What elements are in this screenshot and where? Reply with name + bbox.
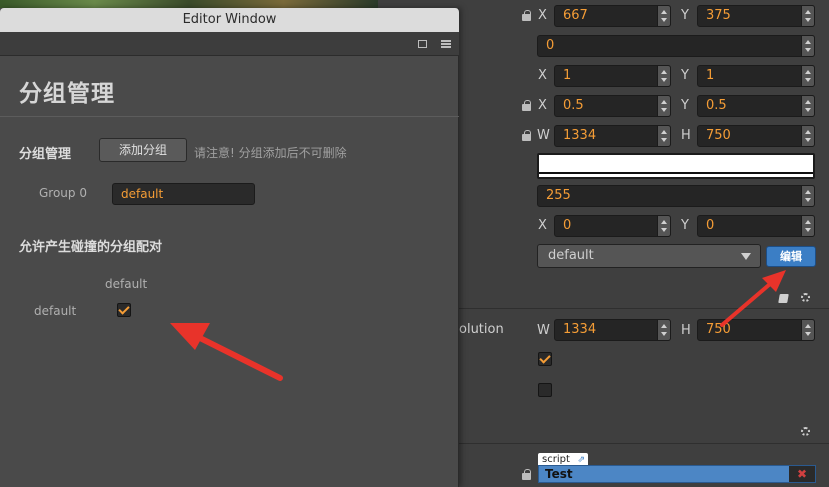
window-toolbar [0,32,459,56]
page-title: 分组管理 [19,81,115,107]
add-group-hint: 请注意! 分组添加后不可删除 [194,146,347,160]
size-w-label: W [537,128,550,143]
group-section-label: 分组管理 [19,147,72,162]
script-asset-field[interactable]: Test ✖ [538,465,816,483]
group-0-name-input[interactable]: default [112,183,255,205]
arrow-to-edit-button-icon [720,270,786,327]
stepper-icon[interactable] [657,125,671,147]
group-0-label: Group 0 [39,186,87,200]
lock-icon[interactable] [522,469,531,480]
matrix-row-label: default [34,304,77,318]
stepper-icon[interactable] [801,5,815,27]
stepper-icon[interactable] [657,215,671,237]
position-y-input[interactable]: 375 [697,5,815,27]
anchor-x-label: X [538,98,547,113]
stepper-icon[interactable] [801,35,815,57]
gear-icon[interactable] [801,293,810,302]
stepper-icon[interactable] [657,95,671,117]
size-h-input[interactable]: 750 [697,125,815,147]
scale-x-label: X [538,68,547,83]
section-divider [459,443,829,444]
window-titlebar[interactable]: Editor Window [0,8,459,32]
section-divider [459,308,829,309]
skew-y-label: Y [681,218,689,233]
editor-window: Editor Window 分组管理 分组管理 添加分组 请注意! 分组添加后不… [0,8,459,487]
lock-icon[interactable] [522,130,531,141]
design-resolution-label: olution [459,322,504,337]
stepper-icon[interactable] [801,95,815,117]
menu-icon[interactable] [441,40,451,48]
help-book-icon[interactable] [778,294,789,303]
resolution-w-input[interactable]: 1334 [554,319,671,341]
skew-x-label: X [538,218,547,233]
caret-down-icon [741,253,751,260]
scale-y-input[interactable]: 1 [697,65,815,87]
fit-width-checkbox[interactable] [538,383,552,397]
edit-group-button[interactable]: 编辑 [766,246,816,267]
scale-x-input[interactable]: 1 [554,65,671,87]
lock-icon[interactable] [522,10,531,21]
position-x-label: X [538,8,547,23]
matrix-column-header: default [105,277,148,291]
rotation-input[interactable]: 0 [537,35,815,57]
size-w-input[interactable]: 1334 [554,125,671,147]
scale-y-label: Y [681,68,689,83]
stepper-icon[interactable] [801,125,815,147]
fit-height-checkbox[interactable] [538,352,552,366]
stepper-icon[interactable] [657,319,671,341]
skew-y-input[interactable]: 0 [697,215,815,237]
size-h-label: H [681,128,691,143]
stepper-icon[interactable] [801,65,815,87]
lock-icon[interactable] [522,100,531,111]
position-x-input[interactable]: 667 [554,5,671,27]
remove-icon[interactable]: ✖ [789,466,815,482]
anchor-y-label: Y [681,98,689,113]
resolution-w-label: W [537,323,550,338]
maximize-icon[interactable] [418,40,427,48]
skew-x-input[interactable]: 0 [554,215,671,237]
add-group-button[interactable]: 添加分组 [99,138,187,162]
stepper-icon[interactable] [657,5,671,27]
stepper-icon[interactable] [657,65,671,87]
anchor-x-input[interactable]: 0.5 [554,95,671,117]
resolution-h-input[interactable]: 750 [697,319,815,341]
title-divider [0,116,459,117]
opacity-input[interactable]: 255 [537,185,815,207]
anchor-y-input[interactable]: 0.5 [697,95,815,117]
position-y-label: Y [681,8,689,23]
stepper-icon[interactable] [801,215,815,237]
collision-matrix-title: 允许产生碰撞的分组配对 [19,240,163,255]
gear-icon[interactable] [801,427,810,436]
stepper-icon[interactable] [801,185,815,207]
collision-pair-checkbox[interactable] [117,303,131,317]
color-picker-field[interactable] [537,153,815,179]
stepper-icon[interactable] [801,319,815,341]
resolution-h-label: H [681,323,691,338]
group-select[interactable]: default [537,244,761,268]
